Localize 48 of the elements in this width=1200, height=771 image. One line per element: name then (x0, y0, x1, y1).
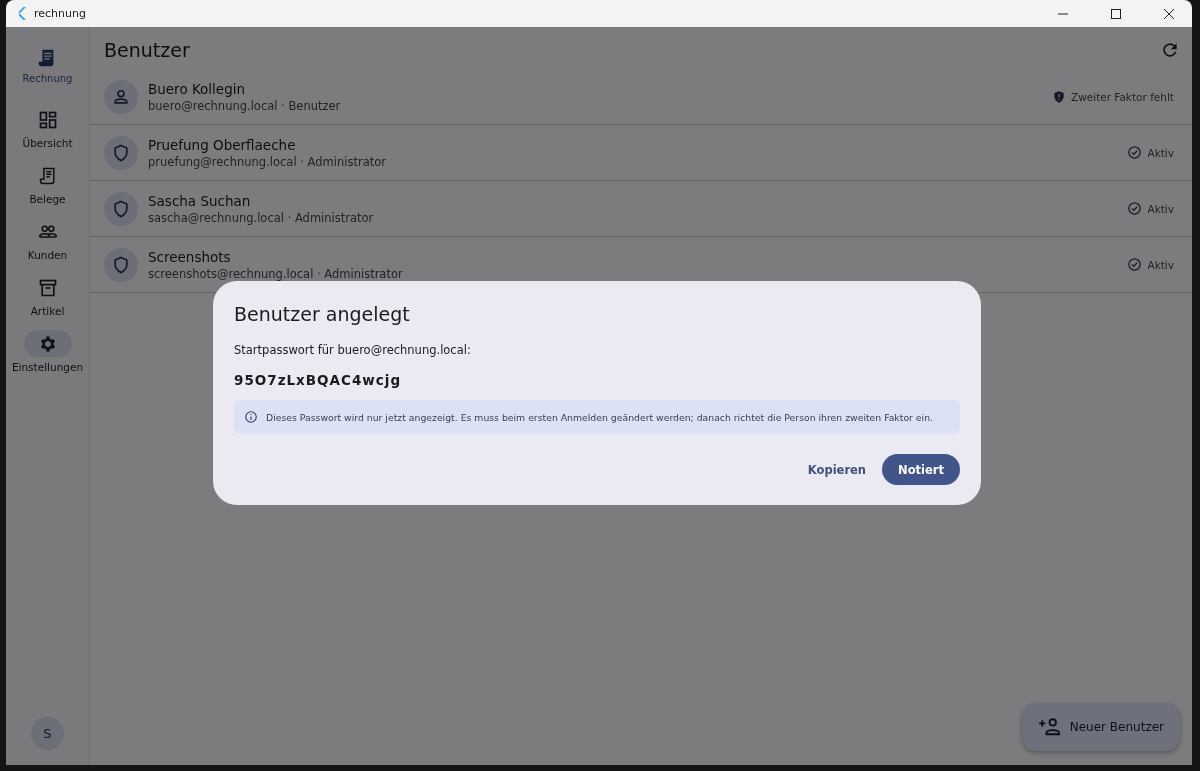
copy-button[interactable]: Kopieren (807, 454, 867, 485)
nav-item[interactable]: Artikel (23, 274, 72, 317)
receipt-icon (37, 165, 58, 186)
user-email: buero@rechnung.local · Benutzer (148, 98, 342, 113)
shield-alert-icon (1051, 89, 1066, 104)
user-avatar[interactable]: S (31, 717, 64, 750)
dashboard-icon (37, 109, 58, 130)
user-status: Aktiv (1147, 258, 1174, 271)
password-text: 95O7zLxBQAC4wcjg (234, 372, 403, 388)
page-title: Benutzer (104, 39, 190, 61)
app-logo-icon (16, 7, 27, 20)
close-icon[interactable] (1163, 7, 1175, 20)
user-row[interactable]: Sascha Suchan sascha@rechnung.local · Administrator Aktiv (90, 181, 1192, 237)
user-email: pruefung@rechnung.local · Administrator (148, 154, 387, 169)
shield-avatar (104, 135, 138, 170)
user-email: screenshots@rechnung.local · Administrator (148, 266, 404, 281)
info-icon (244, 410, 258, 424)
dialog-text: Startpasswort für buero@rechnung.local: (234, 343, 472, 357)
new-user-button[interactable]: Neuer Benutzer (1021, 703, 1180, 751)
nav-item[interactable]: Belege (23, 162, 72, 205)
shield-avatar (104, 247, 138, 282)
refresh-icon[interactable] (1160, 40, 1180, 60)
user-row[interactable]: Pruefung Oberflaeche pruefung@rechnung.local · Administrator Aktiv (90, 125, 1192, 181)
person-avatar (104, 79, 138, 114)
nav-item[interactable]: Kunden (23, 218, 72, 261)
user-status: Aktiv (1147, 146, 1174, 159)
info-text: Dieses Passwort wird nur jetzt angezeigt. Es muss beim ersten Anmelden geändert werden; danach richtet die Person ihren zweiten Faktor ein. (266, 411, 934, 423)
check-circle-icon (1127, 201, 1143, 216)
brand-label: Rechnung (22, 73, 73, 84)
user-row[interactable]: Buero Kollegin buero@rechnung.local · Benutzer Zweiter Faktor fehlt (90, 69, 1192, 125)
dialog-title: Benutzer angelegt (234, 303, 411, 325)
user-name: Screenshots (148, 248, 232, 265)
user-name: Buero Kollegin (148, 80, 247, 97)
check-circle-icon (1127, 257, 1143, 272)
confirm-button[interactable]: Notiert (882, 454, 960, 485)
shield-avatar (104, 191, 138, 226)
window-title: rechnung (34, 7, 86, 20)
nav-item[interactable]: Einstellungen (11, 330, 84, 373)
nav-item[interactable]: Übersicht (22, 106, 73, 149)
user-name: Pruefung Oberflaeche (148, 136, 297, 153)
user-status: Zweiter Faktor fehlt (1070, 90, 1174, 103)
archive-icon (37, 277, 58, 298)
user-status: Aktiv (1147, 202, 1174, 215)
add-person-icon (1037, 717, 1062, 737)
maximize-icon[interactable] (1110, 7, 1122, 20)
check-circle-icon (1127, 145, 1143, 160)
user-email: sascha@rechnung.local · Administrator (148, 210, 375, 225)
user-name: Sascha Suchan (148, 192, 252, 209)
